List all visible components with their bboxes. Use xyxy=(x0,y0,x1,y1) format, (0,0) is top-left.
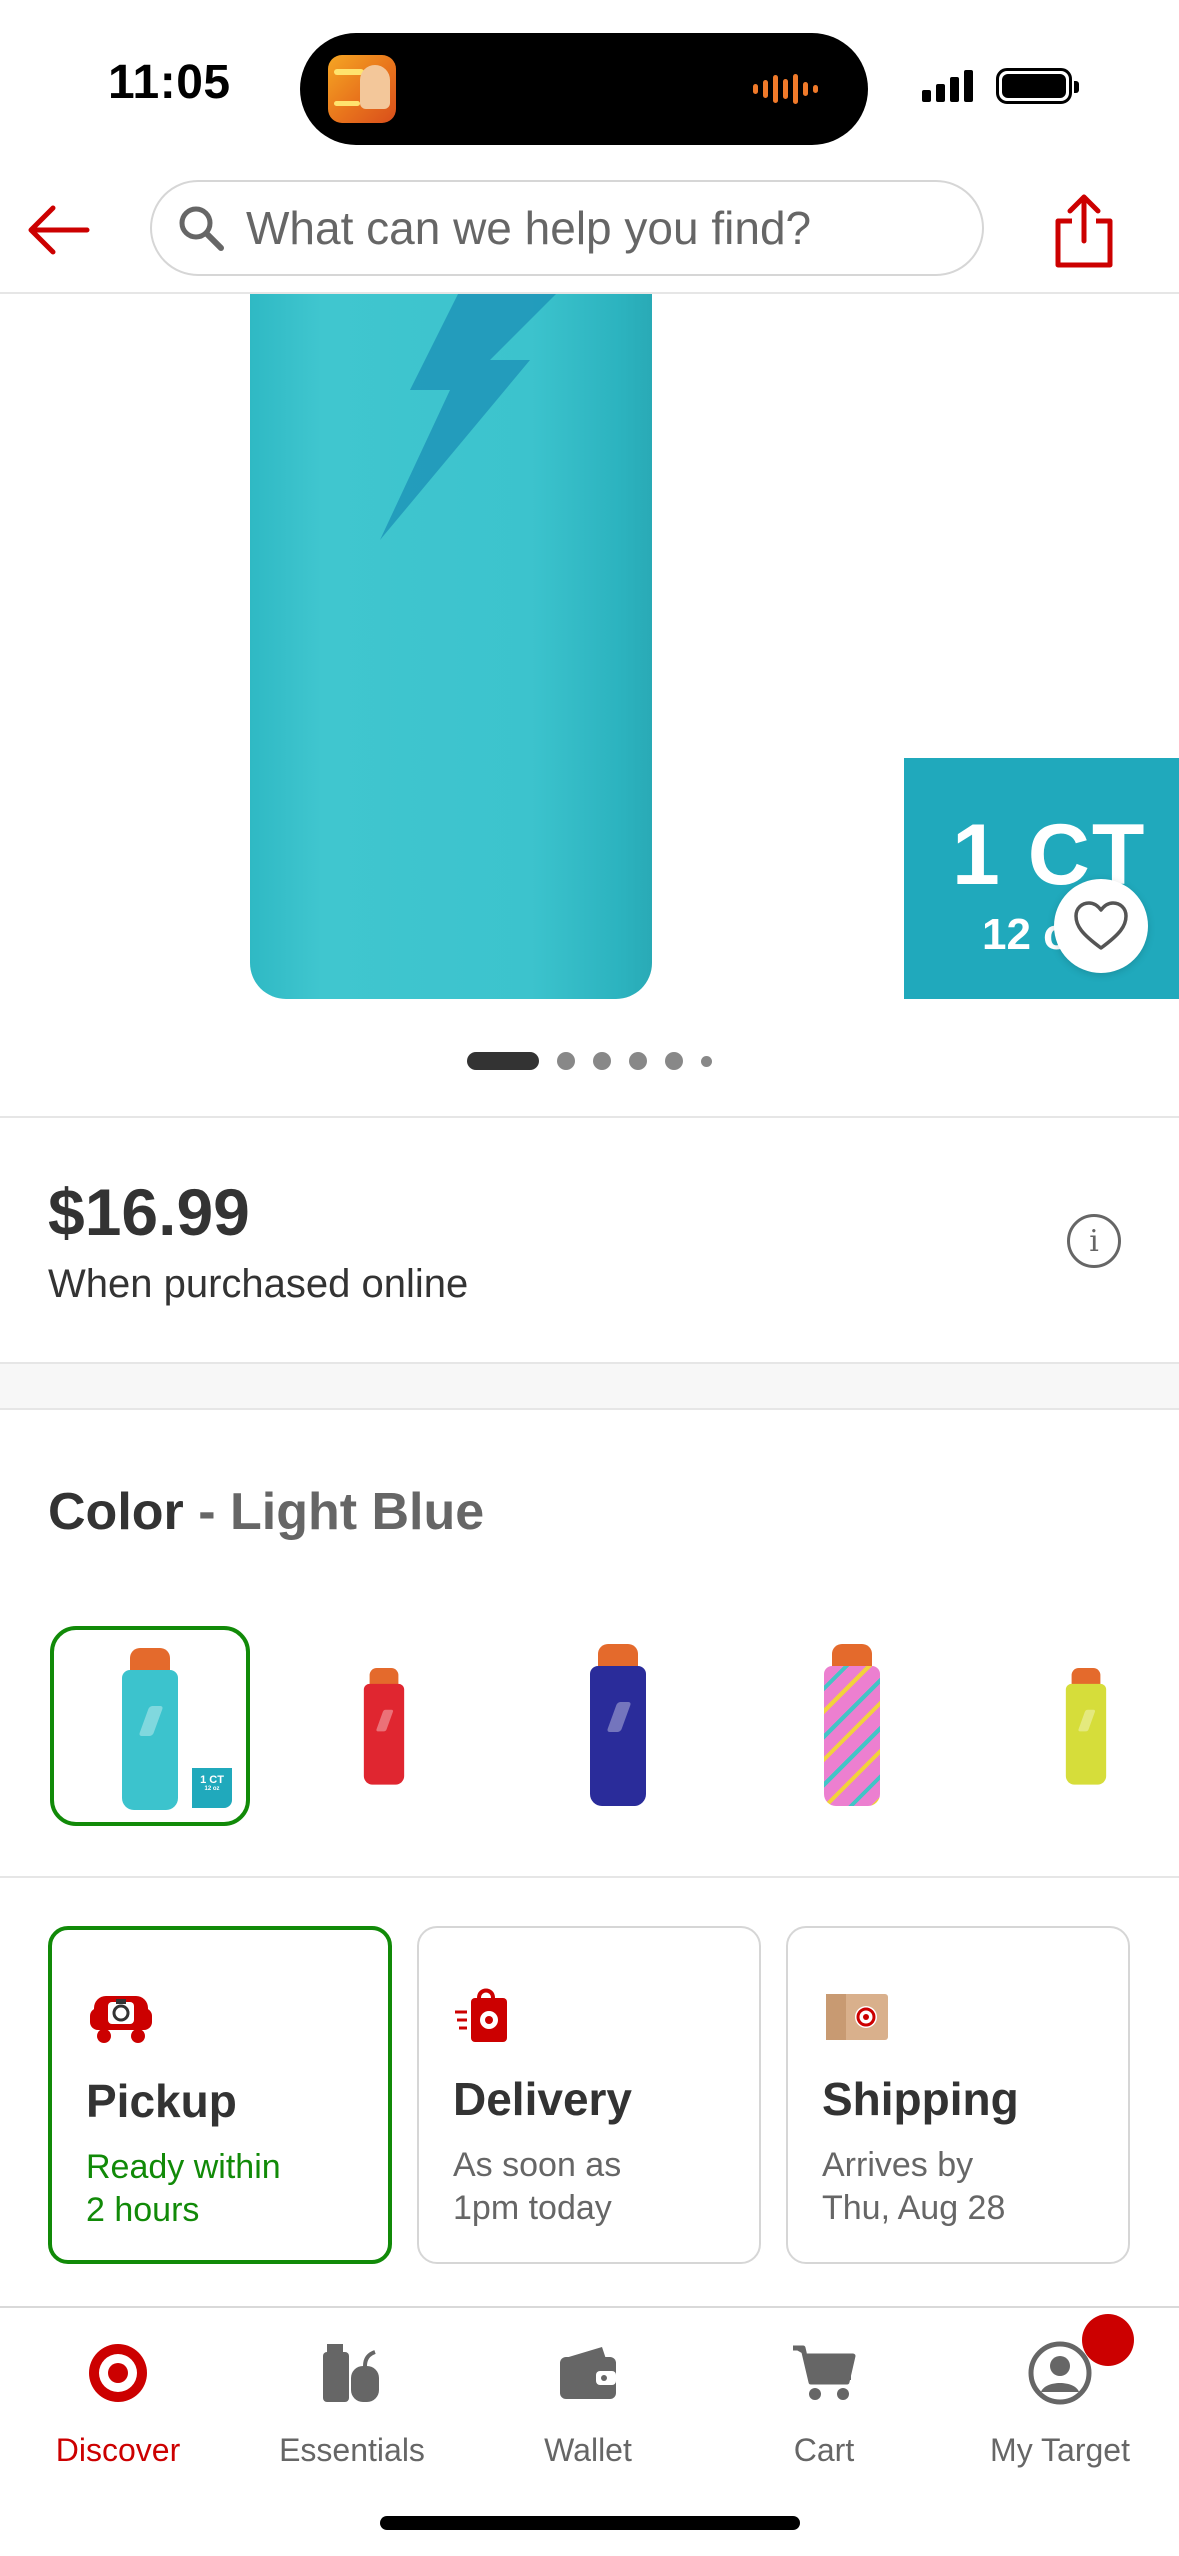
color-swatch-pink[interactable] xyxy=(752,1626,952,1826)
shipping-subtitle: Arrives by Thu, Aug 28 xyxy=(822,2144,1112,2230)
shipping-box-icon xyxy=(826,1994,888,2040)
back-button[interactable] xyxy=(22,194,94,266)
product-price: $16.99 xyxy=(48,1175,250,1249)
home-indicator[interactable] xyxy=(380,2516,800,2530)
tab-wallet[interactable]: Wallet xyxy=(470,2332,706,2492)
color-heading: Color - Light Blue xyxy=(48,1482,484,1542)
swatch-bottle-image xyxy=(122,1648,178,1810)
tab-discover[interactable]: Discover xyxy=(0,2332,236,2492)
now-playing-artwork xyxy=(328,55,396,123)
delivery-line1: As soon as xyxy=(453,2146,622,2184)
delivery-bag-icon xyxy=(455,1988,507,2042)
info-icon: i xyxy=(1089,1223,1099,1259)
carousel-pagination xyxy=(0,1052,1179,1070)
pagination-dot[interactable] xyxy=(467,1052,539,1070)
search-icon xyxy=(179,206,224,251)
color-swatch-list: 1 CT 12 oz xyxy=(0,1626,1179,1826)
tab-cart[interactable]: Cart xyxy=(706,2332,942,2492)
delivery-title: Delivery xyxy=(453,2073,633,2125)
color-swatch-yellow[interactable] xyxy=(986,1626,1179,1826)
target-logo-icon xyxy=(89,2344,147,2402)
dynamic-island[interactable] xyxy=(300,33,868,145)
color-label: Color xyxy=(48,1483,184,1541)
pickup-subtitle: Ready within 2 hours xyxy=(86,2146,376,2232)
count-badge-image: 1 CT 12 oz xyxy=(904,758,1179,999)
search-input[interactable]: What can we help you find? xyxy=(150,180,984,276)
tab-label: Essentials xyxy=(279,2432,425,2468)
favorite-button[interactable] xyxy=(1054,879,1148,973)
pagination-dot[interactable] xyxy=(701,1055,712,1067)
status-time: 11:05 xyxy=(108,56,231,109)
pickup-car-icon xyxy=(90,1996,152,2043)
section-divider xyxy=(0,1116,1179,1118)
product-image-carousel[interactable]: 1 CT 12 oz xyxy=(0,294,1179,1116)
shipping-line2: Thu, Aug 28 xyxy=(822,2189,1006,2227)
cellular-signal-icon xyxy=(922,68,973,102)
shipping-title: Shipping xyxy=(822,2073,1019,2125)
shipping-option-card[interactable]: Shipping Arrives by Thu, Aug 28 xyxy=(786,1926,1130,2264)
swatch-bottle-image xyxy=(363,1668,405,1785)
color-selected-value: Light Blue xyxy=(229,1483,485,1541)
status-bar: 11:05 xyxy=(0,0,1179,170)
swatch-count-badge: 1 CT 12 oz xyxy=(192,1768,232,1808)
color-swatch-red[interactable] xyxy=(284,1626,484,1826)
battery-icon xyxy=(996,68,1079,104)
wallet-icon xyxy=(560,2347,616,2399)
section-spacer xyxy=(0,1362,1179,1410)
tab-label: Wallet xyxy=(544,2432,632,2468)
shipping-line1: Arrives by xyxy=(822,2146,974,2184)
essentials-icon xyxy=(323,2344,379,2402)
color-swatch-light-blue[interactable]: 1 CT 12 oz xyxy=(50,1626,250,1826)
color-swatch-blue[interactable] xyxy=(518,1626,718,1826)
pickup-line2: 2 hours xyxy=(86,2191,200,2229)
heart-icon xyxy=(1074,901,1128,950)
section-divider xyxy=(0,1876,1179,1878)
tab-label: Discover xyxy=(55,2432,181,2468)
back-arrow-icon xyxy=(28,205,90,255)
pagination-dot[interactable] xyxy=(665,1052,683,1070)
cart-icon xyxy=(793,2345,856,2400)
tab-label: My Target xyxy=(990,2432,1130,2468)
delivery-line2: 1pm today xyxy=(453,2189,612,2227)
search-placeholder: What can we help you find? xyxy=(246,202,812,254)
price-info-button[interactable]: i xyxy=(1067,1214,1121,1268)
top-nav-bar: What can we help you find? xyxy=(0,170,1179,294)
share-button[interactable] xyxy=(1046,186,1122,276)
pagination-dot[interactable] xyxy=(557,1052,575,1070)
swatch-bottle-image xyxy=(1065,1668,1107,1785)
swatch-bottle-image xyxy=(824,1644,880,1806)
tab-my-target[interactable]: My Target xyxy=(942,2332,1178,2492)
notification-badge xyxy=(1082,2314,1134,2366)
pickup-title: Pickup xyxy=(86,2075,237,2127)
pickup-option-card[interactable]: Pickup Ready within 2 hours xyxy=(48,1926,392,2264)
pagination-dot[interactable] xyxy=(629,1052,647,1070)
tab-label: Cart xyxy=(793,2432,855,2468)
price-note: When purchased online xyxy=(48,1262,469,1306)
delivery-subtitle: As soon as 1pm today xyxy=(453,2144,743,2230)
share-icon xyxy=(1055,194,1113,268)
audio-waveform-icon xyxy=(753,73,818,105)
swatch-bottle-image xyxy=(590,1644,646,1806)
pagination-dot[interactable] xyxy=(593,1052,611,1070)
tab-essentials[interactable]: Essentials xyxy=(234,2332,470,2492)
lightning-bolt-logo xyxy=(380,294,556,540)
pickup-line1: Ready within xyxy=(86,2148,281,2186)
delivery-option-card[interactable]: Delivery As soon as 1pm today xyxy=(417,1926,761,2264)
color-separator: - xyxy=(183,1483,230,1541)
